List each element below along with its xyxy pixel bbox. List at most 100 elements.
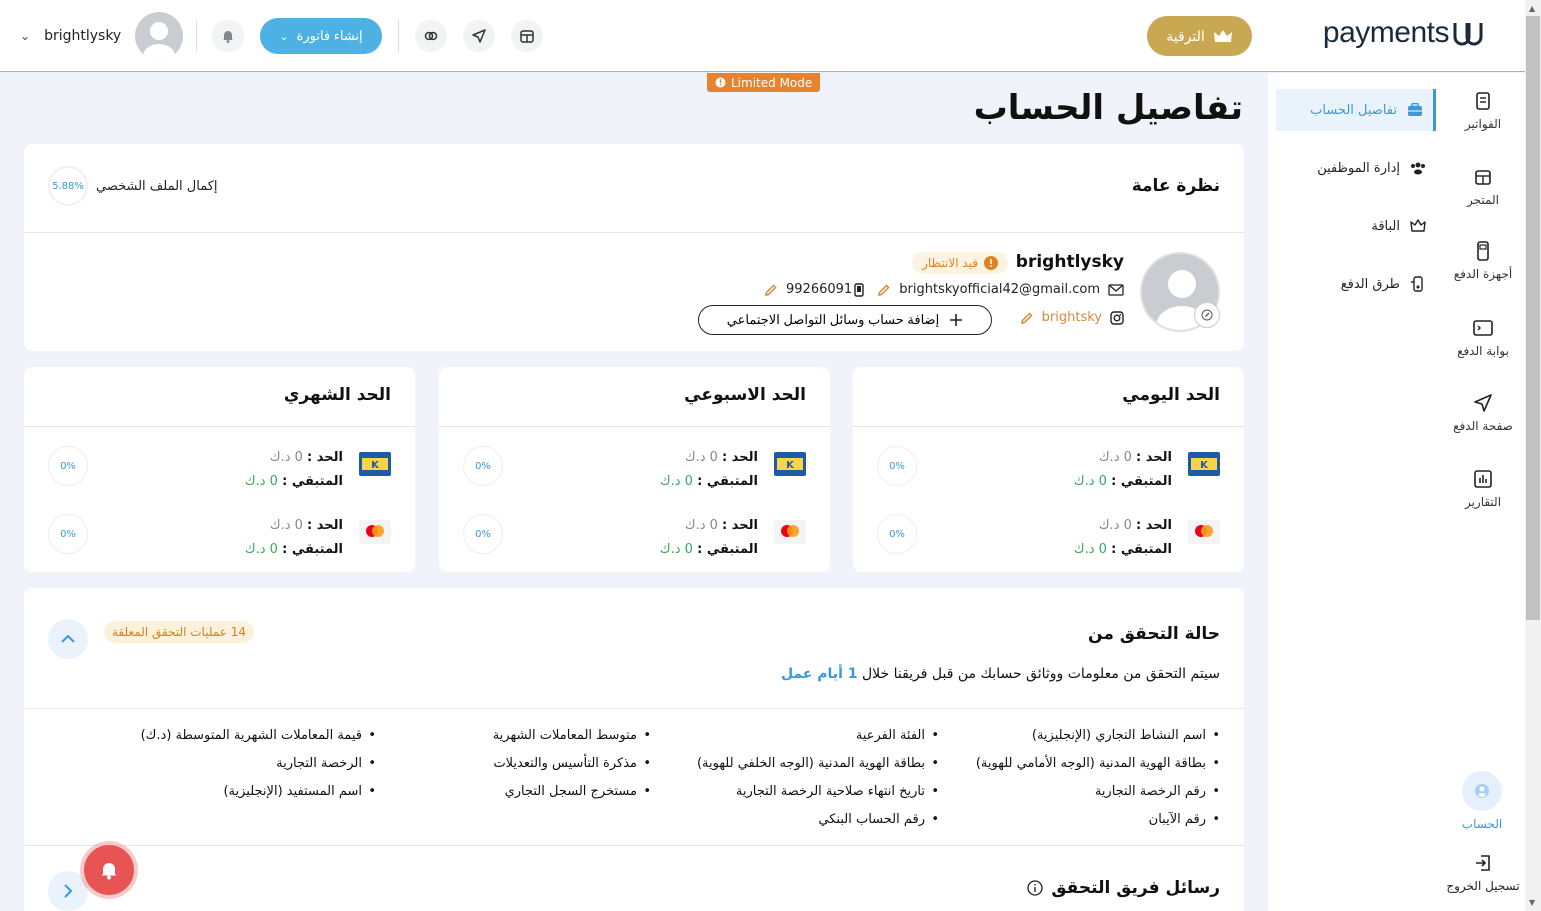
limit-row-knet: K الحد : 0 د.ك المتبقي : 0 د.ك 0% (463, 446, 806, 490)
logout-label: تسجيل الخروج (1446, 879, 1520, 893)
limit-usage-pct: 0% (889, 528, 905, 540)
scroll-down-arrow-icon[interactable]: ▼ (1529, 898, 1535, 907)
remaining-label: المتبقي : (1111, 542, 1172, 557)
limit-label: الحد : (722, 518, 758, 533)
pos-device-icon (1477, 241, 1489, 261)
link-shortcut-button[interactable] (415, 20, 447, 52)
add-social-label: إضافة حساب وسائل التواصل الاجتماعي (726, 312, 940, 327)
limit-value: 0 د.ك (269, 450, 303, 465)
notifications-button[interactable] (212, 20, 244, 52)
list-item: متوسط المعاملات الشهرية (493, 726, 652, 754)
icon-rail: الفواتير المتجر أجهزة الدفع بوابة الدفع … (1441, 73, 1525, 911)
remaining-value: 0 د.ك (1073, 474, 1107, 489)
logo-mark-icon (1453, 23, 1483, 46)
sub-item-account-details[interactable]: تفاصيل الحساب (1276, 89, 1436, 131)
sub-item-plan[interactable]: الباقة (1276, 205, 1436, 247)
profile-completion-label: إكمال الملف الشخصي (96, 178, 218, 194)
crown-icon (1410, 219, 1426, 232)
limit-usage-ring: 0% (463, 446, 503, 486)
rail-item-invoices[interactable]: الفواتير (1441, 91, 1525, 131)
edit-icon[interactable] (877, 283, 891, 297)
info-icon[interactable] (1027, 880, 1043, 896)
sub-item-label: إدارة الموظفين (1317, 160, 1400, 176)
chevron-up-icon (61, 634, 75, 643)
logout-button[interactable]: تسجيل الخروج (1441, 853, 1525, 893)
scroll-up-arrow-icon[interactable]: ▲ (1529, 4, 1535, 13)
limit-text: الحد : 0 د.ك المتبقي : 0 د.ك (660, 514, 758, 562)
messages-nav-button[interactable] (48, 871, 88, 911)
edit-icon (1201, 309, 1213, 321)
edit-icon[interactable] (764, 283, 778, 297)
limit-text: الحد : 0 د.ك المتبقي : 0 د.ك (245, 446, 343, 494)
remaining-label: المتبقي : (282, 474, 343, 489)
pending-verifications-badge: 14 عمليات التحقق المعلقة (104, 621, 254, 643)
rail-item-payment-page[interactable]: صفحة الدفع (1441, 393, 1525, 433)
instagram-row: brightsky (1020, 310, 1124, 325)
briefcase-icon (1408, 103, 1422, 116)
list-item: بطاقة الهوية المدنية (الوجه الأمامي للهو… (976, 754, 1220, 782)
chevron-down-icon: ⌄ (20, 29, 31, 43)
edit-avatar-button[interactable] (1194, 302, 1220, 328)
list-item: بطاقة الهوية المدنية (الوجه الخلفي للهوي… (697, 754, 939, 782)
rail-item-label: التقارير (1464, 495, 1502, 509)
create-invoice-button[interactable]: ⌄ إنشاء فاتورة (260, 18, 382, 54)
side-navigation: الفواتير المتجر أجهزة الدفع بوابة الدفع … (1268, 73, 1525, 911)
sub-item-payment-methods[interactable]: طرق الدفع (1276, 263, 1436, 305)
limit-usage-pct: 0% (475, 528, 491, 540)
info-icon (715, 77, 726, 88)
limit-row-mastercard: الحد : 0 د.ك المتبقي : 0 د.ك 0% (48, 514, 391, 558)
knet-icon: K (359, 452, 391, 476)
instagram-value[interactable]: brightsky (1042, 310, 1102, 325)
store-shortcut-button[interactable] (511, 20, 543, 52)
rail-item-label: صفحة الدفع (1453, 419, 1513, 433)
verification-days: 1 أيام عمل (780, 666, 858, 682)
notification-fab[interactable] (84, 845, 134, 895)
chevron-right-icon (64, 884, 73, 898)
collapse-button[interactable] (48, 619, 88, 659)
instagram-icon (1110, 310, 1124, 325)
list-item: الفئة الفرعية (697, 726, 939, 754)
rail-item-reports[interactable]: التقارير (1441, 469, 1525, 509)
limit-text: الحد : 0 د.ك المتبقي : 0 د.ك (660, 446, 758, 494)
user-menu[interactable]: ⌄ brightlysky (20, 12, 184, 60)
limit-card-title: الحد الشهري (283, 385, 391, 405)
limit-row-mastercard: الحد : 0 د.ك المتبقي : 0 د.ك 0% (877, 514, 1220, 558)
remaining-value: 0 د.ك (244, 474, 278, 489)
list-item: تاريخ انتهاء صلاحية الرخصة التجارية (697, 782, 939, 810)
send-shortcut-button[interactable] (463, 20, 495, 52)
rail-item-label: بوابة الدفع (1457, 344, 1509, 358)
toolbar-divider (398, 20, 399, 52)
profile-completion-ring: 5.88% (48, 166, 88, 206)
rail-item-gateway[interactable]: بوابة الدفع (1441, 318, 1525, 358)
invoice-icon (1476, 92, 1490, 110)
list-item: اسم النشاط التجاري (الإنجليزية) (976, 726, 1220, 754)
svg-text:K: K (371, 460, 380, 471)
edit-icon[interactable] (1020, 311, 1034, 325)
limit-usage-pct: 0% (889, 460, 905, 472)
add-social-button[interactable]: إضافة حساب وسائل التواصل الاجتماعي (698, 305, 992, 335)
avatar (135, 12, 184, 60)
username: brightlysky (44, 28, 122, 44)
email-row: brightskyofficial42@gmail.com (877, 282, 1124, 297)
remaining-value: 0 د.ك (1073, 542, 1107, 557)
limited-mode-text: Limited Mode (731, 75, 813, 90)
scrollbar-thumb[interactable] (1526, 16, 1540, 620)
verification-messages-label: رسائل فريق التحقق (1051, 878, 1220, 898)
logo[interactable]: payments (1323, 16, 1485, 50)
list-item: مستخرج السجل التجاري (493, 782, 652, 810)
rail-item-store[interactable]: المتجر (1441, 167, 1525, 207)
required-docs-column: اسم النشاط التجاري (الإنجليزية) بطاقة ال… (976, 726, 1220, 838)
limit-usage-ring: 0% (463, 514, 503, 554)
limit-usage-ring: 0% (48, 514, 88, 554)
overview-title: نظرة عامة (1131, 176, 1220, 196)
logo-text: payments (1322, 16, 1450, 49)
sub-item-staff[interactable]: إدارة الموظفين (1276, 147, 1436, 189)
upgrade-button[interactable]: الترقية (1147, 16, 1252, 56)
rail-item-pos-devices[interactable]: أجهزة الدفع (1441, 241, 1525, 281)
knet-icon: K (774, 452, 806, 476)
payment-methods-icon (1411, 276, 1423, 292)
account-icon-circle (1462, 771, 1502, 811)
svg-text:K: K (1200, 460, 1209, 471)
account-button[interactable]: الحساب (1457, 771, 1507, 831)
limit-row-mastercard: الحد : 0 د.ك المتبقي : 0 د.ك 0% (463, 514, 806, 558)
